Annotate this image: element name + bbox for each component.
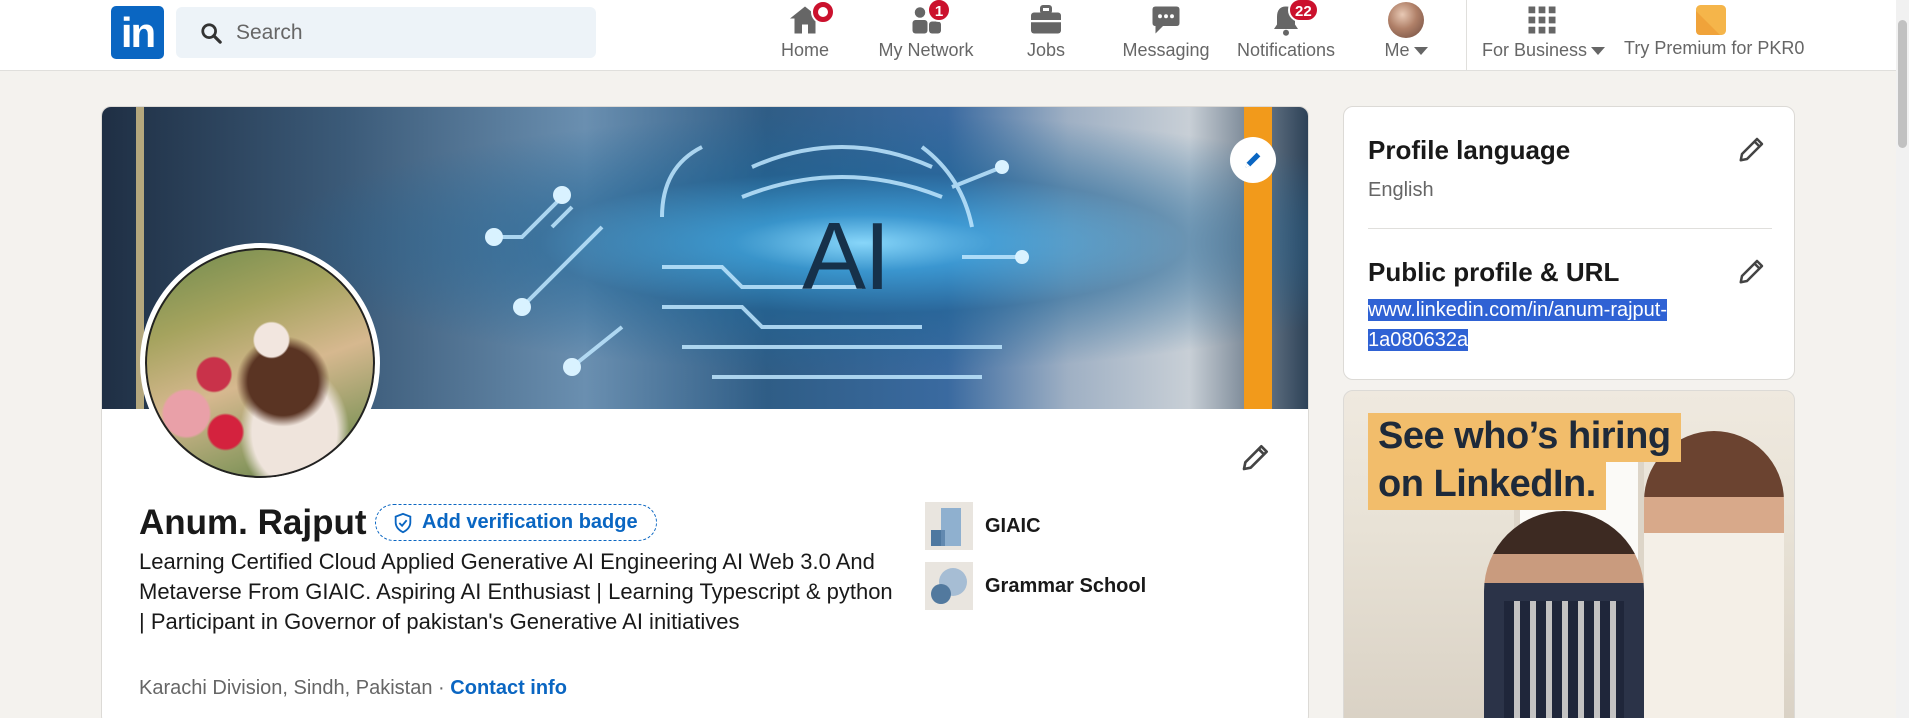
profile-photo[interactable] — [140, 243, 380, 483]
nav-for-business-label: For Business — [1482, 40, 1606, 61]
org-item-giaic[interactable]: GIAIC — [925, 502, 1041, 550]
nav-my-network-label: My Network — [878, 40, 974, 60]
url-line-1: www.linkedin.com/in/anum-rajput- — [1368, 299, 1668, 321]
nav-try-premium[interactable]: Try Premium for PKR0 — [1624, 0, 1805, 71]
org-name: Grammar School — [985, 574, 1147, 597]
url-line-2: 1a080632a — [1368, 329, 1469, 351]
linkedin-logo[interactable]: in — [111, 6, 164, 59]
ad-headline-line-2: on LinkedIn. — [1368, 461, 1606, 510]
nav-jobs[interactable]: Jobs — [1020, 0, 1072, 71]
edit-intro-button[interactable] — [1236, 437, 1276, 477]
ad-person-graphic — [1644, 431, 1784, 718]
home-notification-dot — [811, 0, 835, 24]
profile-name: Anum. Rajput — [139, 503, 367, 542]
location-separator: · — [438, 677, 445, 699]
public-profile-url-title: Public profile & URL — [1368, 257, 1620, 287]
nav-home[interactable]: Home — [773, 0, 837, 71]
school-logo-icon — [925, 562, 973, 610]
ad-person-graphic — [1484, 511, 1644, 718]
nav-messaging-label: Messaging — [1122, 40, 1210, 60]
section-divider — [1368, 228, 1772, 229]
shield-check-icon — [394, 512, 412, 533]
top-navigation: in Home 1 My Network Jobs Messaging 22 N… — [0, 0, 1896, 71]
nav-for-business[interactable]: For Business — [1482, 0, 1606, 71]
chevron-down-icon — [1591, 47, 1606, 56]
profile-card: AI Anum. Rajput Add verification badge L… — [101, 106, 1309, 718]
pencil-icon — [1245, 152, 1261, 168]
add-verification-badge-button[interactable]: Add verification badge — [375, 504, 657, 541]
nav-divider — [1466, 0, 1467, 71]
cover-ai-text: AI — [802, 203, 891, 310]
nav-me-text: Me — [1384, 40, 1410, 60]
company-logo-icon — [925, 502, 973, 550]
hiring-ad[interactable]: See who’s hiring on LinkedIn. — [1343, 390, 1795, 718]
nav-notifications[interactable]: 22 Notifications — [1234, 0, 1338, 71]
profile-headline: Learning Certified Cloud Applied Generat… — [139, 549, 893, 634]
contact-info-link[interactable]: Contact info — [450, 677, 567, 699]
search-icon — [201, 22, 222, 44]
search-bar[interactable] — [176, 7, 596, 58]
edit-cover-button[interactable] — [1230, 137, 1276, 183]
me-avatar — [1388, 2, 1424, 38]
nav-me[interactable]: Me — [1378, 0, 1434, 71]
edit-profile-language-button[interactable] — [1734, 131, 1770, 167]
nav-messaging[interactable]: Messaging — [1120, 0, 1212, 71]
notifications-badge: 22 — [1288, 0, 1319, 22]
profile-language-value: English — [1368, 179, 1434, 201]
public-profile-url[interactable]: www.linkedin.com/in/anum-rajput- 1a08063… — [1368, 295, 1728, 355]
nav-notifications-label: Notifications — [1236, 40, 1336, 60]
nav-jobs-label: Jobs — [1026, 40, 1066, 60]
pencil-icon — [1739, 259, 1764, 284]
profile-location-row: Karachi Division, Sindh, Pakistan · Cont… — [139, 677, 567, 700]
briefcase-icon — [1031, 5, 1061, 34]
scrollbar-thumb[interactable] — [1898, 20, 1907, 148]
pencil-icon — [1242, 445, 1268, 471]
nav-home-label: Home — [780, 40, 829, 60]
chevron-down-icon — [1413, 47, 1428, 56]
edit-public-url-button[interactable] — [1734, 253, 1770, 289]
profile-settings-card: Profile language English Public profile … — [1343, 106, 1795, 380]
ad-headline-line-1: See who’s hiring — [1368, 413, 1681, 462]
profile-location: Karachi Division, Sindh, Pakistan — [139, 677, 433, 699]
profile-language-title: Profile language — [1368, 135, 1571, 165]
page-scrollbar[interactable] — [1896, 0, 1909, 718]
org-item-grammar-school[interactable]: Grammar School — [925, 562, 1146, 610]
nav-try-premium-label: Try Premium for PKR0 — [1624, 38, 1805, 58]
org-name: GIAIC — [985, 514, 1041, 537]
premium-icon — [1696, 5, 1726, 35]
verification-badge-label: Add verification badge — [422, 511, 638, 533]
search-input[interactable] — [236, 20, 576, 45]
grid-icon — [1528, 6, 1556, 34]
pencil-icon — [1739, 137, 1764, 162]
nav-me-label: Me — [1378, 40, 1434, 61]
nav-for-business-text: For Business — [1482, 40, 1588, 60]
network-badge: 1 — [927, 0, 951, 22]
messaging-icon — [1152, 6, 1180, 34]
nav-my-network[interactable]: 1 My Network — [872, 0, 980, 71]
